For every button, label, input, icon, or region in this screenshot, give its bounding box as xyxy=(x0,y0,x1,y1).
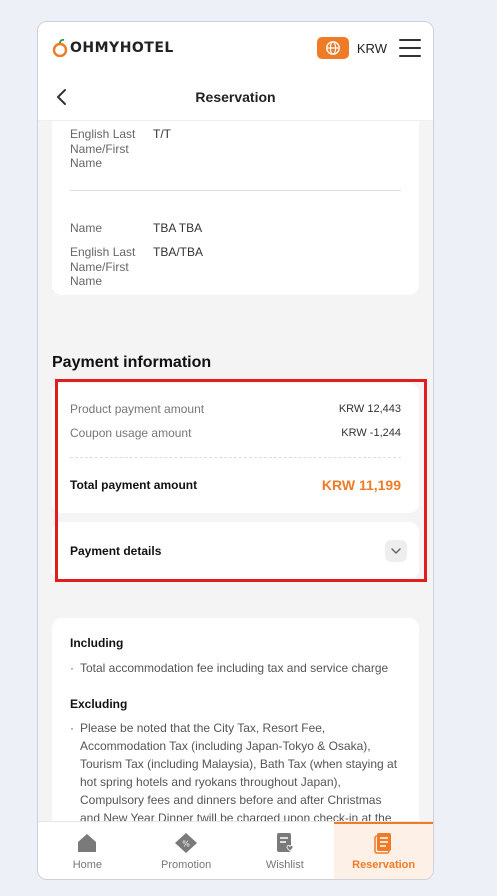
total-amount-row: Total payment amount KRW 11,199 xyxy=(70,477,401,493)
payment-details-label: Payment details xyxy=(70,544,162,558)
guest-row: English Last Name/First Name TBA/TBA xyxy=(70,245,203,289)
nav-label: Home xyxy=(72,859,103,871)
page-header: Reservation xyxy=(38,74,433,121)
payment-details-card[interactable]: Payment details xyxy=(52,522,419,580)
guest-row-label: Name xyxy=(70,221,103,235)
nav-item-home[interactable]: Home xyxy=(38,822,137,879)
divider xyxy=(70,190,401,191)
guest-row-value: T/T xyxy=(153,127,171,141)
coupon-amount-label: Coupon usage amount xyxy=(70,426,192,440)
nav-item-wishlist[interactable]: Wishlist xyxy=(236,822,335,879)
nav-label: Wishlist xyxy=(265,859,304,871)
reservation-icon xyxy=(373,833,391,854)
logo[interactable]: OHMYHOTEL xyxy=(52,38,174,58)
promotion-icon: % xyxy=(175,833,198,853)
guest-row-label: English Last Name/First Name xyxy=(70,127,136,170)
logo-mark-icon xyxy=(52,38,68,58)
total-amount-label: Total payment amount xyxy=(70,478,198,492)
guest-row: Name TBA TBA xyxy=(70,221,202,236)
top-bar: OHMYHOTEL KRW xyxy=(38,22,433,74)
logo-text: OHMYHOTEL xyxy=(70,40,174,56)
guest-row-label: English Last Name/First Name xyxy=(70,245,136,288)
excluding-text-block: · Please be noted that the City Tax, Res… xyxy=(70,719,400,821)
guest-row-value: TBA/TBA xyxy=(153,245,204,259)
svg-text:%: % xyxy=(182,840,190,849)
product-amount-row: Product payment amount KRW 12,443 xyxy=(70,402,401,416)
bottom-nav: Home % Promotion Wishlist Reservation xyxy=(38,821,433,879)
policy-card: Including · Total accommodation fee incl… xyxy=(52,618,419,821)
nav-item-reservation[interactable]: Reservation xyxy=(334,822,433,879)
nav-item-promotion[interactable]: % Promotion xyxy=(137,822,236,879)
chevron-down-icon[interactable] xyxy=(385,540,407,562)
product-amount-label: Product payment amount xyxy=(70,402,205,416)
nav-label: Reservation xyxy=(352,859,416,871)
language-button[interactable] xyxy=(316,37,349,59)
coupon-amount-row: Coupon usage amount KRW -1,244 xyxy=(70,426,401,440)
home-icon xyxy=(78,834,97,852)
globe-icon xyxy=(325,41,340,55)
nav-label: Promotion xyxy=(161,859,212,871)
guest-row-value: TBA TBA xyxy=(153,221,203,235)
including-text-block: · Total accommodation fee including tax … xyxy=(70,661,389,675)
total-amount-value: KRW 11,199 xyxy=(321,477,401,493)
payment-section-title: Payment information xyxy=(52,354,212,371)
coupon-amount-value: KRW -1,244 xyxy=(341,427,401,439)
dashed-divider xyxy=(70,457,401,458)
including-title: Including xyxy=(70,636,124,650)
guest-info-card: English Last Name/First Name T/T Name TB… xyxy=(52,121,419,295)
product-amount-value: KRW 12,443 xyxy=(338,403,401,415)
scroll-content[interactable]: English Last Name/First Name T/T Name TB… xyxy=(38,121,433,821)
phone-frame: OHMYHOTEL KRW Reservation English Last N… xyxy=(37,21,434,880)
currency-selector[interactable]: KRW xyxy=(357,41,387,56)
excluding-title: Excluding xyxy=(70,697,128,711)
menu-icon[interactable] xyxy=(399,39,421,57)
payment-summary-card: Product payment amount KRW 12,443 Coupon… xyxy=(52,383,419,513)
guest-row: English Last Name/First Name T/T xyxy=(70,127,171,171)
excluding-text: Please be noted that the City Tax, Resor… xyxy=(80,721,398,821)
wishlist-icon xyxy=(276,833,294,852)
back-arrow-icon[interactable] xyxy=(52,87,72,107)
page-title: Reservation xyxy=(195,89,276,105)
including-text: Total accommodation fee including tax an… xyxy=(80,661,389,675)
